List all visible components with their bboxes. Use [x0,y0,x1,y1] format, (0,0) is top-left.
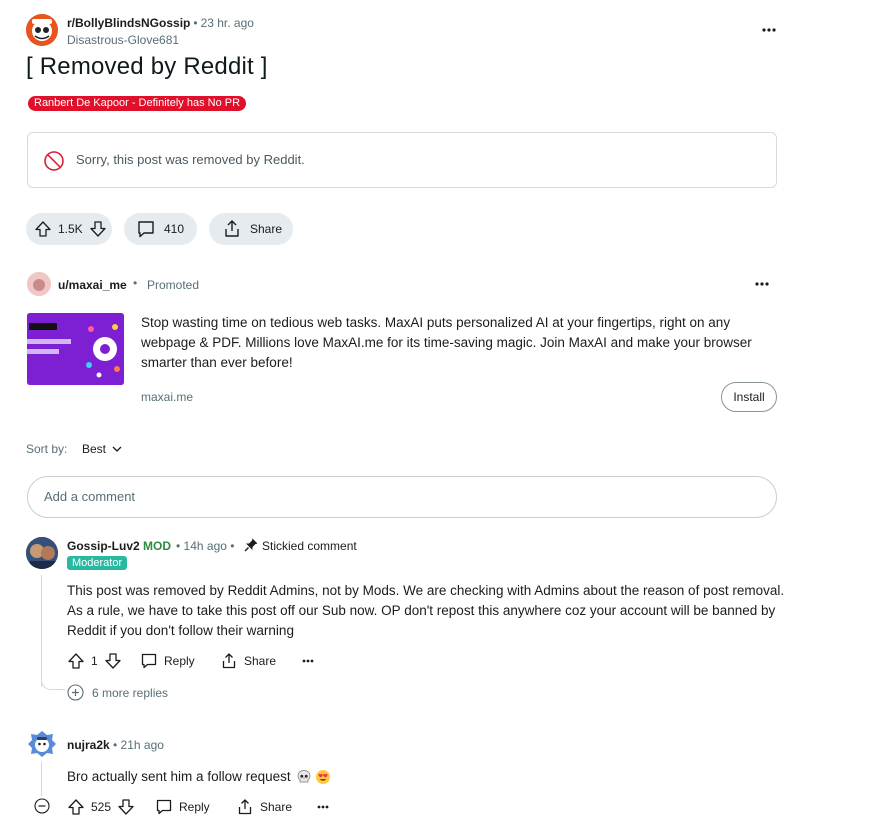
promoted-label: Promoted [147,278,200,292]
subreddit-link[interactable]: r/BollyBlindsNGossip [67,16,190,30]
share-icon [236,798,254,816]
upvote-icon[interactable] [34,220,52,238]
advertiser-avatar[interactable] [27,272,51,296]
pin-icon [243,537,259,553]
avatar[interactable] [26,728,58,760]
comment-vote-count: 1 [91,654,98,668]
minus-circle-icon[interactable] [34,798,50,814]
separator: • [193,16,198,30]
comment-vote-group: 1 [67,652,122,670]
ad-thumbnail[interactable] [27,313,124,385]
share-label: Share [244,654,277,668]
subreddit-name-line: r/BollyBlindsNGossip • 23 hr. ago [67,16,254,30]
add-comment-input[interactable]: Add a comment [27,476,777,518]
more-replies-button[interactable]: 6 more replies [67,684,168,701]
moderator-badge: Moderator [67,556,128,570]
post-flair[interactable]: Ranbert De Kapoor - Definitely has No PR [28,96,247,111]
removed-notice-text: Sorry, this post was removed by Reddit. [76,152,305,167]
downvote-icon[interactable] [117,798,135,816]
chevron-down-icon[interactable] [111,443,123,455]
mod-tag: MOD [143,539,171,553]
downvote-icon[interactable] [89,220,107,238]
comment-time: • 14h ago • [176,539,235,553]
share-label: Share [250,222,283,236]
ad-domain[interactable]: maxai.me [141,390,193,404]
comments-button[interactable]: 410 [124,213,197,245]
skull-emoji [296,769,312,785]
reply-label: Reply [179,800,210,814]
comment-body: Bro actually sent him a follow request [67,767,331,787]
install-button[interactable]: Install [721,382,777,412]
share-label: Share [260,800,293,814]
more-options-icon[interactable] [300,654,316,668]
share-icon [222,219,242,239]
comment-count: 410 [164,222,185,236]
comment-time: • 21h ago [113,738,164,752]
share-button[interactable]: Share [220,652,276,670]
upvote-icon[interactable] [67,798,85,816]
comment-text: Bro actually sent him a follow request [67,769,291,784]
more-options-icon[interactable] [752,276,772,292]
heart-eyes-emoji [315,769,331,785]
post-vote-count: 1.5K [58,222,83,236]
share-icon [220,652,238,670]
subreddit-icon[interactable] [26,14,58,46]
vote-pill: 1.5K [26,213,112,245]
avatar[interactable] [26,537,58,569]
plus-circle-icon [67,684,84,701]
downvote-icon[interactable] [104,652,122,670]
comment-vote-group: 525 [67,798,135,816]
post-time: 23 hr. ago [200,16,254,30]
share-button[interactable]: Share [236,798,292,816]
ad-body[interactable]: Stop wasting time on tedious web tasks. … [141,313,781,373]
more-options-icon[interactable] [315,800,331,814]
sort-label: Sort by: [26,442,68,456]
advertiser-name[interactable]: u/maxai_me [58,278,127,292]
post-author[interactable]: Disastrous-Glove681 [67,33,179,47]
comment-body: This post was removed by Reddit Admins, … [67,583,785,638]
comment-vote-count: 525 [91,800,112,814]
more-replies-label: 6 more replies [92,685,169,700]
upvote-icon[interactable] [67,652,85,670]
reply-button[interactable]: Reply [140,652,195,670]
comment-icon [140,652,158,670]
no-entry-icon [43,150,65,172]
post-title: [ Removed by Reddit ] [26,53,268,80]
sort-dropdown[interactable]: Best [82,442,106,456]
stickied-label: Stickied comment [262,539,357,553]
removed-notice: Sorry, this post was removed by Reddit. [27,132,777,188]
thread-line[interactable] [41,762,42,796]
comment-icon [155,798,173,816]
thread-elbow [41,668,65,690]
comment-icon [136,219,156,239]
comment-author[interactable]: Gossip-Luv2 [67,539,140,553]
reply-label: Reply [164,654,195,668]
more-options-icon[interactable] [759,22,779,38]
share-button[interactable]: Share [209,213,293,245]
separator: • [133,276,138,290]
comment-author[interactable]: nujra2k [67,738,110,752]
reply-button[interactable]: Reply [155,798,210,816]
